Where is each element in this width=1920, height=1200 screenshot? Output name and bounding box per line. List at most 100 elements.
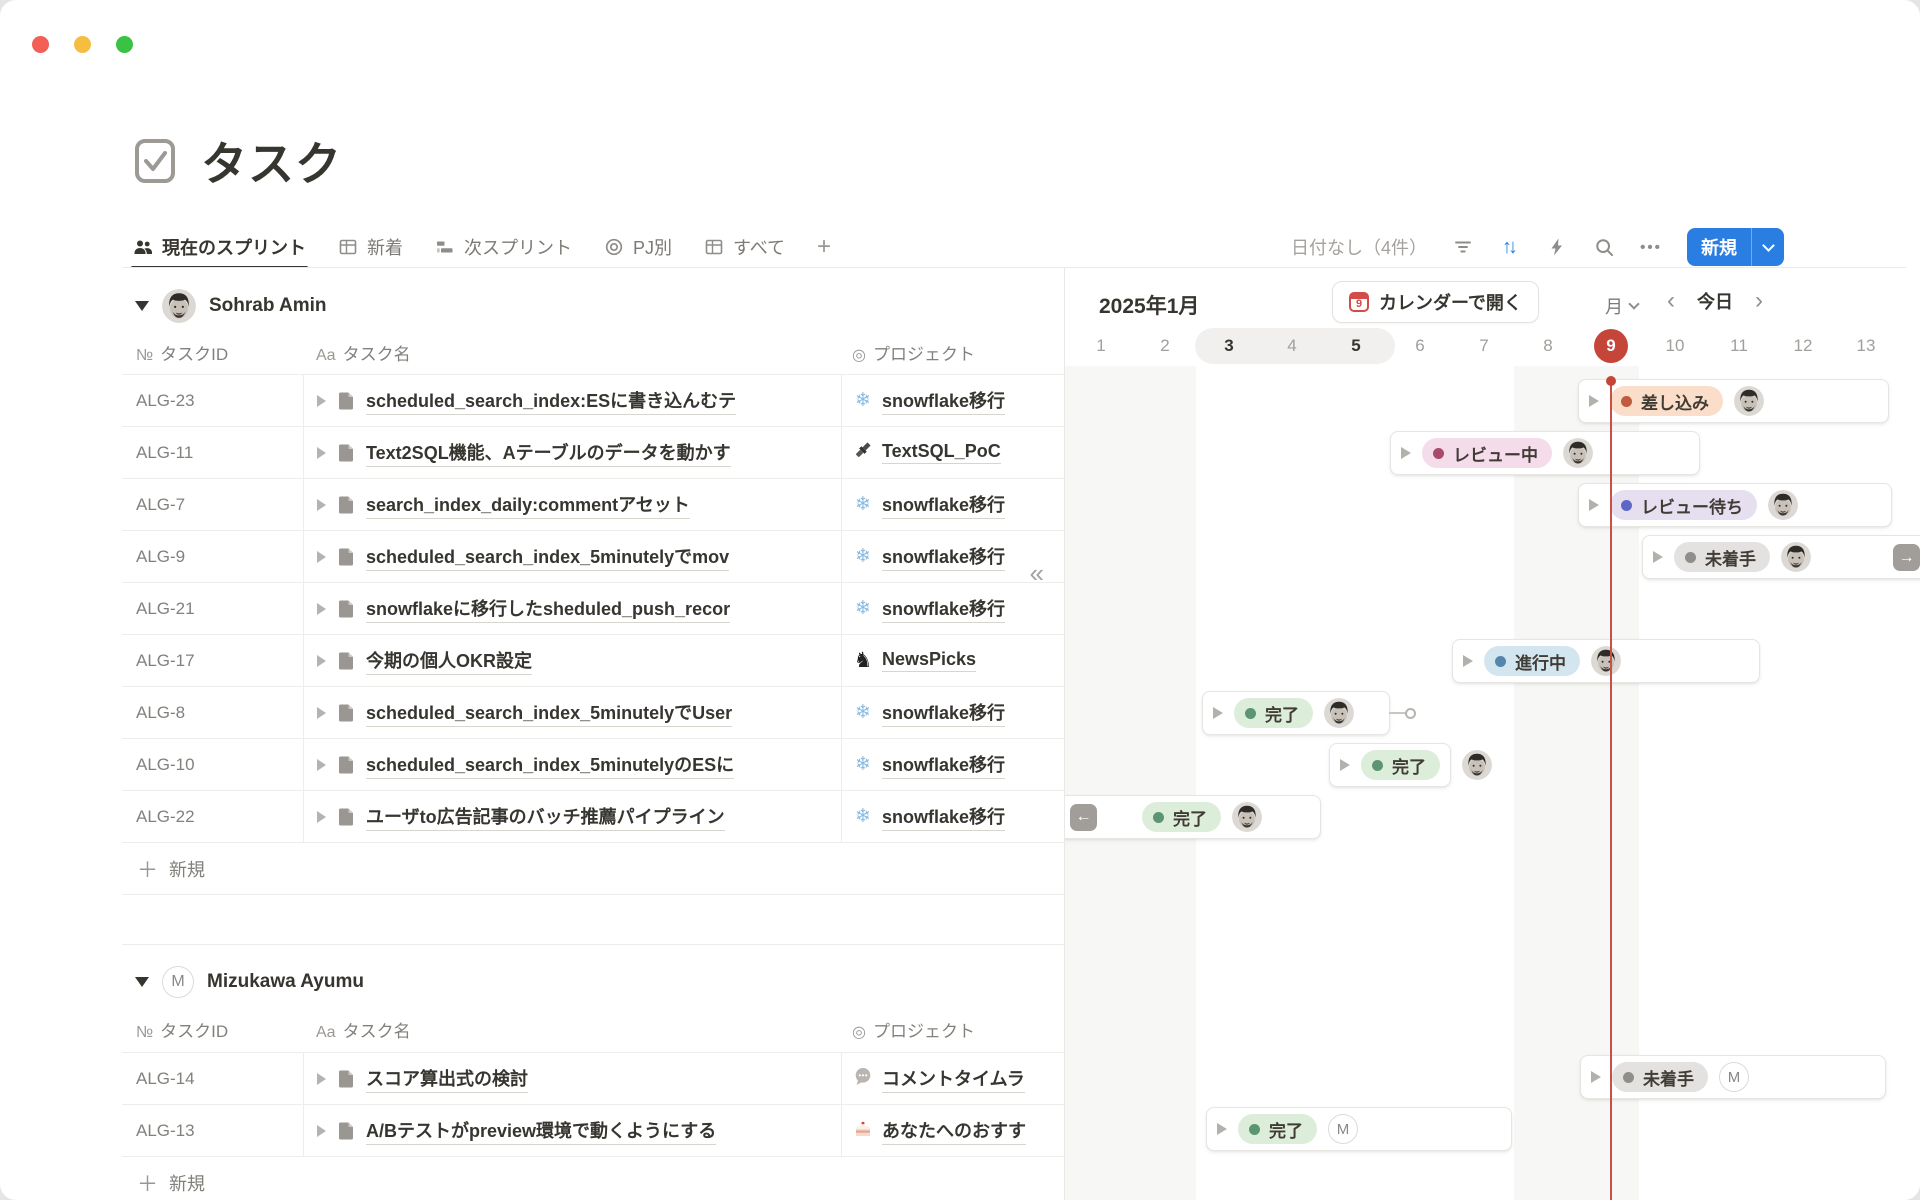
task-name-link[interactable]: 今期の個人OKR設定	[366, 647, 532, 675]
task-name-link[interactable]: snowflakeに移行したsheduled_push_recor	[366, 595, 730, 623]
task-name-link[interactable]: scheduled_search_index_5minutelyでUser	[366, 699, 732, 727]
timeline-bar-alg14[interactable]: 未着手 M	[1580, 1055, 1886, 1099]
close-window-button[interactable]	[32, 36, 49, 53]
timeline-bar-alg11[interactable]: レビュー中	[1390, 431, 1700, 475]
project-link[interactable]: snowflake移行	[882, 699, 1005, 727]
dependency-connector[interactable]	[1389, 712, 1406, 714]
date-cell[interactable]: 7	[1452, 336, 1516, 356]
task-id-cell[interactable]: ALG-13	[122, 1105, 304, 1156]
scroll-right-indicator-button[interactable]: →	[1893, 544, 1920, 571]
task-id-cell[interactable]: ALG-22	[122, 791, 304, 842]
scroll-left-indicator-button[interactable]: ←	[1070, 804, 1097, 831]
collapse-group-icon[interactable]	[135, 977, 149, 987]
open-calendar-button[interactable]: 9 カレンダーで開く	[1332, 281, 1539, 323]
table-row[interactable]: ALG-8 scheduled_search_index_5minutelyでU…	[122, 687, 1064, 739]
project-cell[interactable]: コメントタイムラ	[842, 1053, 1064, 1104]
project-cell[interactable]: あなたへのおすす	[842, 1105, 1064, 1156]
project-cell[interactable]: ❄snowflake移行	[842, 739, 1064, 790]
task-name-cell[interactable]: A/Bテストがpreview環境で動くようにする	[304, 1105, 842, 1156]
task-name-cell[interactable]: ユーザto広告記事のバッチ推薦パイプライン	[304, 791, 842, 842]
sort-icon[interactable]: ↑↓	[1499, 236, 1521, 258]
tab-next-sprint[interactable]: 次スプリント	[435, 226, 572, 268]
task-name-cell[interactable]: scheduled_search_index_5minutelyのESに	[304, 739, 842, 790]
project-link[interactable]: あなたへのおすす	[882, 1117, 1026, 1145]
table-row[interactable]: ALG-9 scheduled_search_index_5minutelyでm…	[122, 531, 1064, 583]
task-name-cell[interactable]: scheduled_search_index_5minutelyでUser	[304, 687, 842, 738]
date-cell[interactable]: 8	[1516, 336, 1580, 356]
table-row[interactable]: ALG-23 scheduled_search_index:ESに書き込んむテ …	[122, 375, 1064, 427]
expand-toggle-icon[interactable]	[317, 759, 326, 771]
task-name-link[interactable]: スコア算出式の検討	[366, 1065, 528, 1093]
expand-toggle-icon[interactable]	[1213, 707, 1223, 719]
task-name-cell[interactable]: scheduled_search_index_5minutelyでmov	[304, 531, 842, 582]
date-cell[interactable]: 1	[1069, 336, 1133, 356]
project-link[interactable]: snowflake移行	[882, 491, 1005, 519]
task-name-cell[interactable]: Text2SQL機能、Aテーブルのデータを動かす	[304, 427, 842, 478]
project-link[interactable]: snowflake移行	[882, 595, 1005, 623]
task-name-cell[interactable]: search_index_daily:commentアセット	[304, 479, 842, 530]
minimize-window-button[interactable]	[74, 36, 91, 53]
project-cell[interactable]: ❄snowflake移行	[842, 687, 1064, 738]
date-cell-today[interactable]: 9	[1594, 329, 1628, 363]
expand-toggle-icon[interactable]	[1217, 1123, 1227, 1135]
date-cell[interactable]: 6	[1388, 336, 1452, 356]
tab-current-sprint[interactable]: 現在のスプリント	[133, 226, 306, 268]
column-task-id[interactable]: №タスクID	[122, 340, 304, 365]
group-header-sohrab[interactable]: Sohrab Amin	[122, 282, 1064, 330]
table-row[interactable]: ALG-21 snowflakeに移行したsheduled_push_recor…	[122, 583, 1064, 635]
collapse-group-icon[interactable]	[135, 301, 149, 311]
expand-toggle-icon[interactable]	[1589, 395, 1599, 407]
project-link[interactable]: snowflake移行	[882, 387, 1005, 415]
checkbox-page-icon[interactable]	[131, 137, 179, 185]
task-name-link[interactable]: Text2SQL機能、Aテーブルのデータを動かす	[366, 439, 731, 467]
column-task-name[interactable]: Aaタスク名	[304, 340, 842, 365]
date-cell[interactable]: 10	[1643, 336, 1707, 356]
task-name-link[interactable]: A/Bテストがpreview環境で動くようにする	[366, 1117, 716, 1145]
date-cell[interactable]: 2	[1133, 336, 1197, 356]
tab-new[interactable]: 新着	[338, 226, 403, 268]
date-filter-chip[interactable]: 日付なし（4件）	[1291, 234, 1427, 260]
timeline-bar-alg7[interactable]: レビュー待ち	[1578, 483, 1892, 527]
table-row[interactable]: ALG-22 ユーザto広告記事のバッチ推薦パイプライン ❄snowflake移…	[122, 791, 1064, 843]
task-name-cell[interactable]: 今期の個人OKR設定	[304, 635, 842, 686]
collapse-panel-icon[interactable]: «	[1030, 558, 1044, 589]
task-id-cell[interactable]: ALG-14	[122, 1053, 304, 1104]
tab-by-project[interactable]: PJ別	[604, 226, 672, 268]
date-cell[interactable]: 5	[1324, 336, 1388, 356]
task-id-cell[interactable]: ALG-23	[122, 375, 304, 426]
task-name-link[interactable]: scheduled_search_index_5minutelyでmov	[366, 543, 729, 571]
date-cell[interactable]: 3	[1197, 336, 1261, 356]
task-name-cell[interactable]: snowflakeに移行したsheduled_push_recor	[304, 583, 842, 634]
expand-toggle-icon[interactable]	[1589, 499, 1599, 511]
timeline-bar-alg10[interactable]: 完了	[1329, 743, 1451, 787]
project-cell[interactable]: TextSQL_PoC	[842, 427, 1064, 478]
table-row[interactable]: ALG-7 search_index_daily:commentアセット ❄sn…	[122, 479, 1064, 531]
automation-bolt-icon[interactable]	[1546, 236, 1568, 258]
project-link[interactable]: snowflake移行	[882, 543, 1005, 571]
task-id-cell[interactable]: ALG-17	[122, 635, 304, 686]
expand-toggle-icon[interactable]	[1463, 655, 1473, 667]
task-name-link[interactable]: ユーザto広告記事のバッチ推薦パイプライン	[366, 803, 725, 831]
table-row[interactable]: ALG-17 今期の個人OKR設定 ♞NewsPicks	[122, 635, 1064, 687]
timeline-bar-alg8[interactable]: 完了	[1202, 691, 1390, 735]
column-project[interactable]: ◎プロジェクト	[842, 1017, 1064, 1042]
expand-toggle-icon[interactable]	[317, 1073, 326, 1085]
date-cell[interactable]: 14	[1898, 336, 1920, 356]
task-name-link[interactable]: search_index_daily:commentアセット	[366, 491, 690, 519]
timeline-bar-alg13[interactable]: 完了 M	[1206, 1107, 1512, 1151]
timeline-scale-dropdown[interactable]: 月	[1605, 293, 1638, 319]
new-button[interactable]: 新規	[1687, 228, 1784, 266]
add-new-row-button[interactable]: ＋ 新規	[122, 843, 1064, 895]
project-link[interactable]: TextSQL_PoC	[882, 441, 1001, 464]
task-name-cell[interactable]: スコア算出式の検討	[304, 1053, 842, 1104]
expand-toggle-icon[interactable]	[317, 551, 326, 563]
expand-toggle-icon[interactable]	[317, 707, 326, 719]
expand-toggle-icon[interactable]	[1591, 1071, 1601, 1083]
expand-toggle-icon[interactable]	[317, 499, 326, 511]
zoom-window-button[interactable]	[116, 36, 133, 53]
project-link[interactable]: NewsPicks	[882, 649, 976, 672]
date-cell[interactable]: 12	[1771, 336, 1835, 356]
expand-toggle-icon[interactable]	[317, 603, 326, 615]
next-month-icon[interactable]: ›	[1755, 289, 1763, 313]
date-cell[interactable]: 4	[1260, 336, 1324, 356]
